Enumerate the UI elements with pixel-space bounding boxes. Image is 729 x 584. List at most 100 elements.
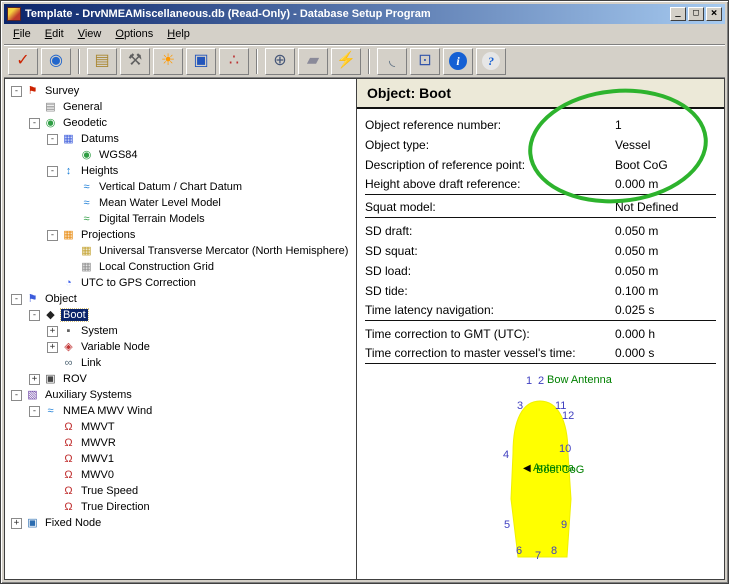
tree-item-datums[interactable]: -▦Datums [7, 131, 356, 147]
minimize-button[interactable]: _ [670, 7, 686, 21]
tree-item-true-speed[interactable]: ΩTrue Speed [7, 483, 356, 499]
tree-expander-collapse[interactable]: - [11, 86, 22, 97]
tree-expander-collapse[interactable]: - [11, 390, 22, 401]
node-number-6: 6 [516, 546, 522, 557]
datums-icon: ▦ [61, 134, 76, 145]
satellite-icon: ▰ [307, 53, 319, 69]
database-export-button[interactable]: ▤ [87, 48, 117, 75]
sun-button[interactable]: ☀ [153, 48, 183, 75]
tree-item-heights[interactable]: -↕Heights [7, 163, 356, 179]
tree-item-mean-water-level-model[interactable]: ≈Mean Water Level Model [7, 195, 356, 211]
title-bar[interactable]: Template - DrvNMEAMiscellaneous.db (Read… [4, 4, 725, 24]
globe-button[interactable]: ◉ [41, 48, 71, 75]
globe-icon: ◉ [49, 53, 63, 69]
property-row-object-reference-number: Object reference number:1 [365, 115, 716, 135]
tree-item-label: Survey [43, 85, 81, 97]
tree-item-label: Auxiliary Systems [43, 389, 134, 401]
rov-icon: ▣ [43, 374, 58, 385]
tree-item-local-construction-grid[interactable]: ▦Local Construction Grid [7, 259, 356, 275]
tree-expander-expand[interactable]: + [47, 326, 58, 337]
tree-item-label: Datums [79, 133, 121, 145]
property-row-object-type: Object type:Vessel [365, 135, 716, 155]
tree-item-rov[interactable]: +▣ROV [7, 371, 356, 387]
property-label: Object reference number: [365, 118, 615, 132]
monitor-button[interactable]: ▣ [186, 48, 216, 75]
menu-edit[interactable]: Edit [38, 26, 71, 42]
node-number-1: 1 [526, 376, 532, 387]
tree-item-system[interactable]: +▪System [7, 323, 356, 339]
tree-expander-collapse[interactable]: - [47, 230, 58, 241]
tree-item-link[interactable]: ∞Link [7, 355, 356, 371]
tree-item-vertical-datum-chart-datum[interactable]: ≈Vertical Datum / Chart Datum [7, 179, 356, 195]
tree-item-nmea-mwv-wind[interactable]: -≈NMEA MWV Wind [7, 403, 356, 419]
menu-view[interactable]: View [71, 26, 109, 42]
wgs84-icon: ◉ [79, 150, 94, 161]
tree-expander-expand[interactable]: + [29, 374, 40, 385]
tree-expander-collapse[interactable]: - [29, 310, 40, 321]
monitor-icon: ▣ [193, 53, 208, 69]
tree-item-universal-transverse-mercator-north-hemisphere[interactable]: ▦Universal Transverse Mercator (North He… [7, 243, 356, 259]
network-nodes-button[interactable]: ∴ [219, 48, 249, 75]
property-label: Description of reference point: [365, 158, 615, 172]
property-value: 0.100 m [615, 284, 716, 298]
tree-expander-expand[interactable]: + [47, 342, 58, 353]
computer-globe-button[interactable]: ⊡ [410, 48, 440, 75]
tree-item-fixed-node[interactable]: +▣Fixed Node [7, 515, 356, 531]
maximize-button[interactable]: □ [688, 7, 704, 21]
satellite-dish-button[interactable]: ◟ [377, 48, 407, 75]
mwv0-icon: Ω [61, 470, 76, 481]
tree-expander-collapse[interactable]: - [29, 118, 40, 129]
tree-item-projections[interactable]: -▦Projections [7, 227, 356, 243]
wand-button[interactable]: ⚡ [331, 48, 361, 75]
tree-item-label: Link [79, 357, 103, 369]
help-button[interactable]: ? [476, 48, 506, 75]
tree-item-label: Heights [79, 165, 120, 177]
tree-item-utc-to-gps-correction[interactable]: ◔UTC to GPS Correction [7, 275, 356, 291]
validate-button[interactable]: ✓ [8, 48, 38, 75]
tree-expander-collapse[interactable]: - [47, 166, 58, 177]
property-label: SD draft: [365, 224, 615, 238]
menu-help[interactable]: Help [160, 26, 197, 42]
boot-icon: ◆ [43, 310, 58, 321]
menu-file[interactable]: File [6, 26, 38, 42]
tree-item-digital-terrain-models[interactable]: ≈Digital Terrain Models [7, 211, 356, 227]
projections-icon: ▦ [61, 230, 76, 241]
tools-button[interactable]: ⚒ [120, 48, 150, 75]
tree-item-object[interactable]: -⚑Object [7, 291, 356, 307]
wireframe-globe-button[interactable]: ⊕ [265, 48, 295, 75]
tree-item-true-direction[interactable]: ΩTrue Direction [7, 499, 356, 515]
tree-item-wgs84[interactable]: ◉WGS84 [7, 147, 356, 163]
node-number-8: 8 [551, 546, 557, 557]
toolbar-separator [78, 49, 80, 74]
property-row-sd-tide: SD tide:0.100 m [365, 281, 716, 301]
detail-panel: Object: Boot Object reference number:1Ob… [357, 79, 724, 579]
database-export-icon: ▤ [94, 53, 109, 69]
geodetic-icon: ◉ [43, 118, 58, 129]
fixed-node-icon: ▣ [25, 518, 40, 529]
tree-item-auxiliary-systems[interactable]: -▧Auxiliary Systems [7, 387, 356, 403]
tree-item-mwv0[interactable]: ΩMWV0 [7, 467, 356, 483]
info-button[interactable]: i [443, 48, 473, 75]
tree-item-mwvt[interactable]: ΩMWVT [7, 419, 356, 435]
tree-item-general[interactable]: ▤General [7, 99, 356, 115]
tree-item-variable-node[interactable]: +◈Variable Node [7, 339, 356, 355]
satellite-button[interactable]: ▰ [298, 48, 328, 75]
property-label: SD squat: [365, 244, 615, 258]
toolbar-separator [256, 49, 258, 74]
tree-item-label: MWV1 [79, 453, 116, 465]
mean-water-level-model-icon: ≈ [79, 198, 94, 209]
tree-expander-collapse[interactable]: - [11, 294, 22, 305]
tree-expander-collapse[interactable]: - [47, 134, 58, 145]
tree-item-mwv1[interactable]: ΩMWV1 [7, 451, 356, 467]
tree-item-survey[interactable]: -⚑Survey [7, 83, 356, 99]
tree-item-label: Digital Terrain Models [97, 213, 207, 225]
tree-item-mwvr[interactable]: ΩMWVR [7, 435, 356, 451]
tree-item-geodetic[interactable]: -◉Geodetic [7, 115, 356, 131]
tree-expander-expand[interactable]: + [11, 518, 22, 529]
tree-item-label: Universal Transverse Mercator (North Hem… [97, 245, 350, 257]
tree-expander-collapse[interactable]: - [29, 406, 40, 417]
menu-options[interactable]: Options [108, 26, 160, 42]
close-button[interactable]: × [706, 7, 722, 21]
property-label: Object type: [365, 138, 615, 152]
tree-item-boot[interactable]: -◆Boot [7, 307, 356, 323]
